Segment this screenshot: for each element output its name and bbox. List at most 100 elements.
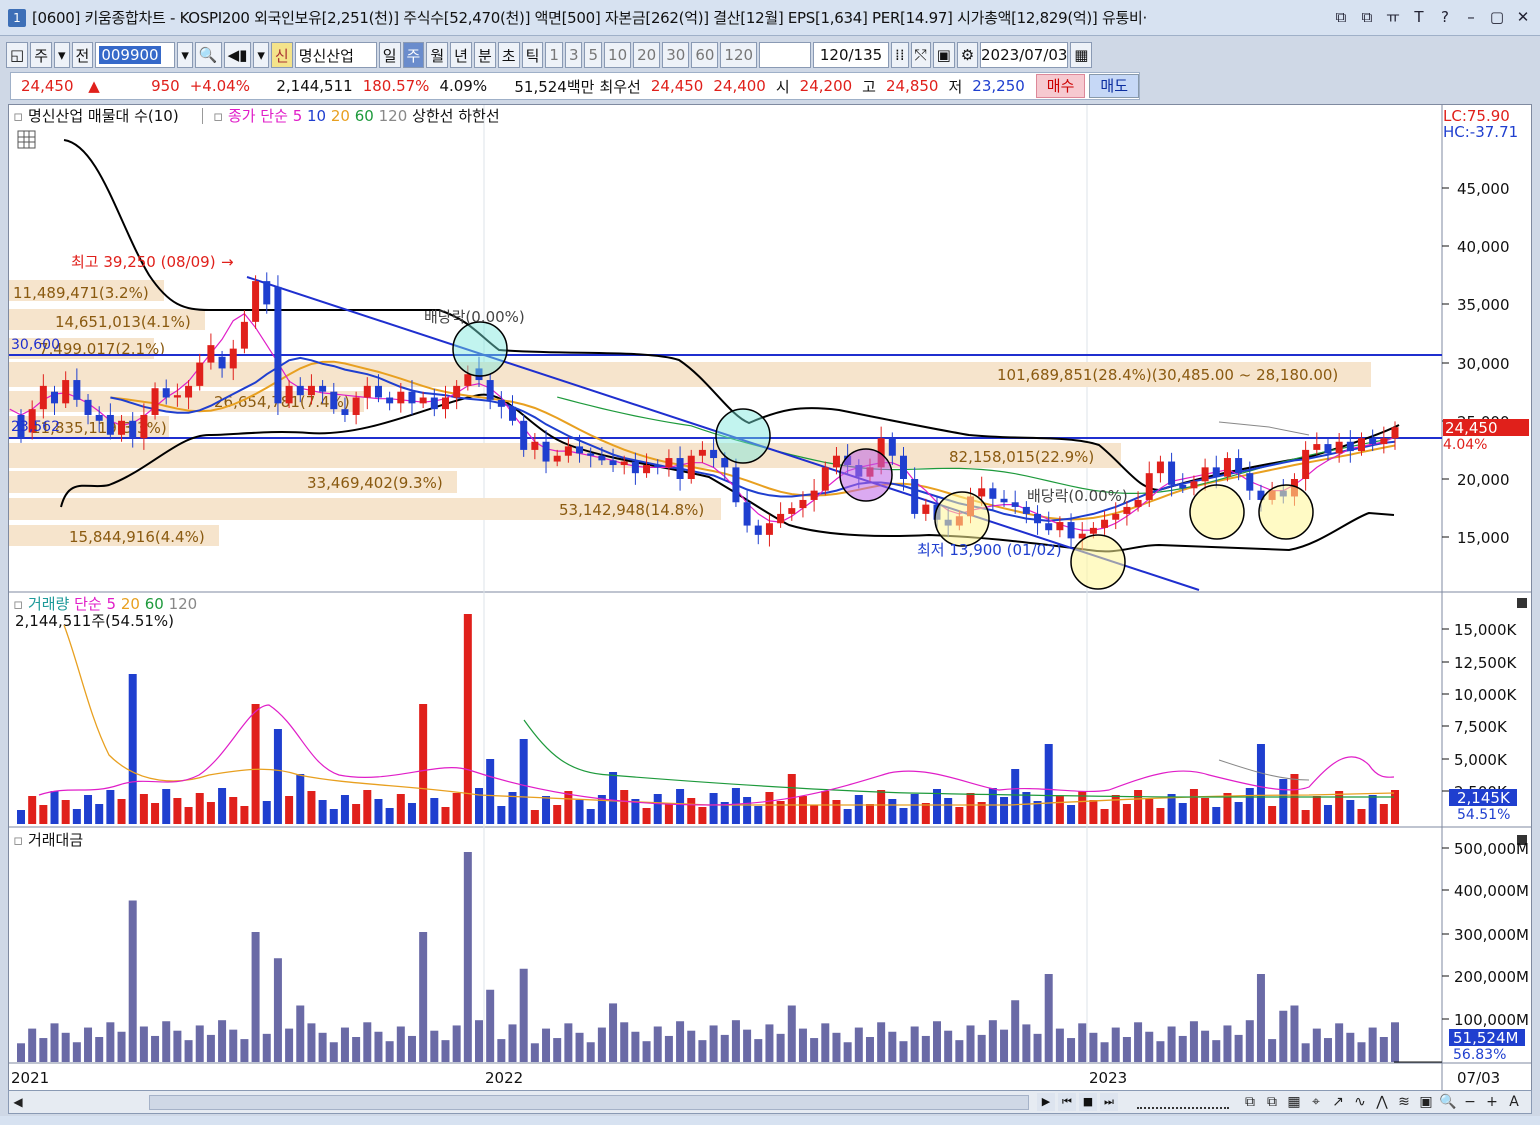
amount-bar[interactable] [921, 1035, 930, 1062]
volume-bar[interactable] [832, 800, 841, 824]
volume-bar[interactable] [173, 798, 182, 824]
amount-bar[interactable] [128, 900, 137, 1063]
volume-bar[interactable] [1178, 803, 1187, 824]
candle-body[interactable] [564, 446, 572, 456]
amount-bar[interactable] [1379, 1037, 1388, 1062]
candle-body[interactable] [1056, 522, 1064, 531]
volume-bar[interactable] [1323, 805, 1332, 824]
volume-bar[interactable] [888, 799, 897, 824]
volume-bar[interactable] [95, 804, 104, 824]
candle-body[interactable] [1369, 438, 1377, 445]
volume-bar[interactable] [709, 793, 718, 824]
amount-bar[interactable] [631, 1031, 640, 1062]
amount-bar[interactable] [475, 1020, 483, 1062]
amount-bar[interactable] [452, 1025, 461, 1062]
period-day[interactable]: 일 [378, 42, 401, 68]
volume-bar[interactable] [854, 795, 863, 824]
amount-bar[interactable] [642, 1041, 651, 1062]
amount-bar[interactable] [1167, 1026, 1176, 1063]
amount-bar[interactable] [463, 852, 472, 1062]
candle-body[interactable] [777, 513, 785, 524]
candle-body[interactable] [151, 388, 159, 415]
amount-bar[interactable] [329, 1042, 338, 1062]
volume-bar[interactable] [519, 739, 528, 824]
amount-bar[interactable] [1279, 1010, 1288, 1062]
candle-body[interactable] [497, 399, 505, 407]
amount-bar[interactable] [1346, 1032, 1355, 1062]
volume-bar[interactable] [218, 788, 227, 824]
amount-bar[interactable] [151, 1035, 160, 1062]
amount-bar[interactable] [396, 1026, 405, 1063]
volume-bar[interactable] [329, 809, 338, 824]
amount-bar[interactable] [1000, 1029, 1009, 1062]
amount-bar[interactable] [273, 958, 282, 1062]
candle-body[interactable] [73, 380, 81, 400]
candle-body[interactable] [1067, 522, 1075, 539]
amount-bar[interactable] [1022, 1024, 1031, 1062]
grid-tool-icon[interactable]: ⁞⁞ [891, 42, 909, 68]
amount-bar[interactable] [486, 989, 495, 1062]
volume-bar[interactable] [921, 803, 930, 824]
maximize-button[interactable]: ▢ [1486, 6, 1508, 28]
amount-bar[interactable] [1011, 1000, 1020, 1062]
candle-body[interactable] [687, 455, 695, 479]
amount-bar[interactable] [743, 1029, 752, 1062]
candle-body[interactable] [330, 391, 338, 410]
candle-body[interactable] [352, 397, 360, 415]
amount-bar[interactable] [84, 1027, 93, 1062]
candle-body[interactable] [821, 467, 829, 491]
rewind-icon[interactable]: ⏮ [1058, 1093, 1076, 1111]
candle-body[interactable] [285, 385, 293, 404]
candle-body[interactable] [397, 391, 405, 404]
candle-body[interactable] [39, 385, 47, 410]
candle-body[interactable] [799, 499, 807, 509]
candle-body[interactable] [307, 385, 315, 396]
crosshair-icon[interactable]: ⌖ [1307, 1092, 1325, 1112]
amount-bar[interactable] [184, 1040, 193, 1062]
volume-bar[interactable] [1089, 800, 1098, 824]
volume-bar[interactable] [1212, 807, 1221, 824]
volume-bar[interactable] [609, 772, 618, 824]
scroll-left-icon[interactable]: ◀ [11, 1094, 25, 1110]
amount-bar[interactable] [352, 1037, 361, 1062]
amount-bar[interactable] [910, 1026, 919, 1063]
volume-bar[interactable] [486, 759, 495, 824]
volume-bar[interactable] [419, 704, 428, 824]
interval-1[interactable]: 1 [545, 42, 563, 68]
amount-bar[interactable] [564, 1023, 573, 1062]
candle-body[interactable] [140, 414, 148, 439]
amount-bar[interactable] [798, 1028, 807, 1062]
interval-60[interactable]: 60 [691, 42, 719, 68]
volume-bar[interactable] [553, 805, 562, 824]
amount-bar[interactable] [50, 1023, 59, 1062]
amount-bar[interactable] [296, 1005, 305, 1063]
volume-bar[interactable] [385, 808, 394, 824]
amount-bar[interactable] [575, 1032, 584, 1062]
volume-bar[interactable] [1346, 800, 1355, 824]
amount-bar[interactable] [955, 1040, 964, 1062]
candle-body[interactable] [296, 385, 304, 396]
amount-bar[interactable] [519, 968, 528, 1062]
volume-bar[interactable] [910, 794, 919, 824]
amount-bar[interactable] [139, 1026, 148, 1063]
candle-body[interactable] [1045, 523, 1053, 531]
amount-bar[interactable] [933, 1021, 941, 1062]
amount-bar[interactable] [1033, 1033, 1042, 1062]
candle-body[interactable] [363, 385, 371, 398]
amount-bar[interactable] [17, 1043, 25, 1062]
candle-body[interactable] [743, 502, 751, 526]
volume-bar[interactable] [955, 807, 964, 824]
candle-body[interactable] [587, 453, 595, 456]
amount-bar[interactable] [1189, 1021, 1198, 1062]
copy-window-icon[interactable]: ⧉ [1356, 6, 1378, 28]
amount-bar[interactable] [117, 1031, 126, 1062]
amount-bar[interactable] [1335, 1023, 1344, 1062]
volume-bar[interactable] [1256, 744, 1265, 824]
candle-body[interactable] [129, 420, 137, 439]
volume-bar[interactable] [1022, 792, 1031, 824]
candle-body[interactable] [1324, 444, 1332, 454]
zoom-slider[interactable] [1137, 1095, 1229, 1109]
wave-tool-icon[interactable]: ∿ [1351, 1092, 1369, 1112]
volume-bar[interactable] [1379, 804, 1388, 824]
duplicate-icon[interactable]: ⧉ [1263, 1092, 1281, 1112]
